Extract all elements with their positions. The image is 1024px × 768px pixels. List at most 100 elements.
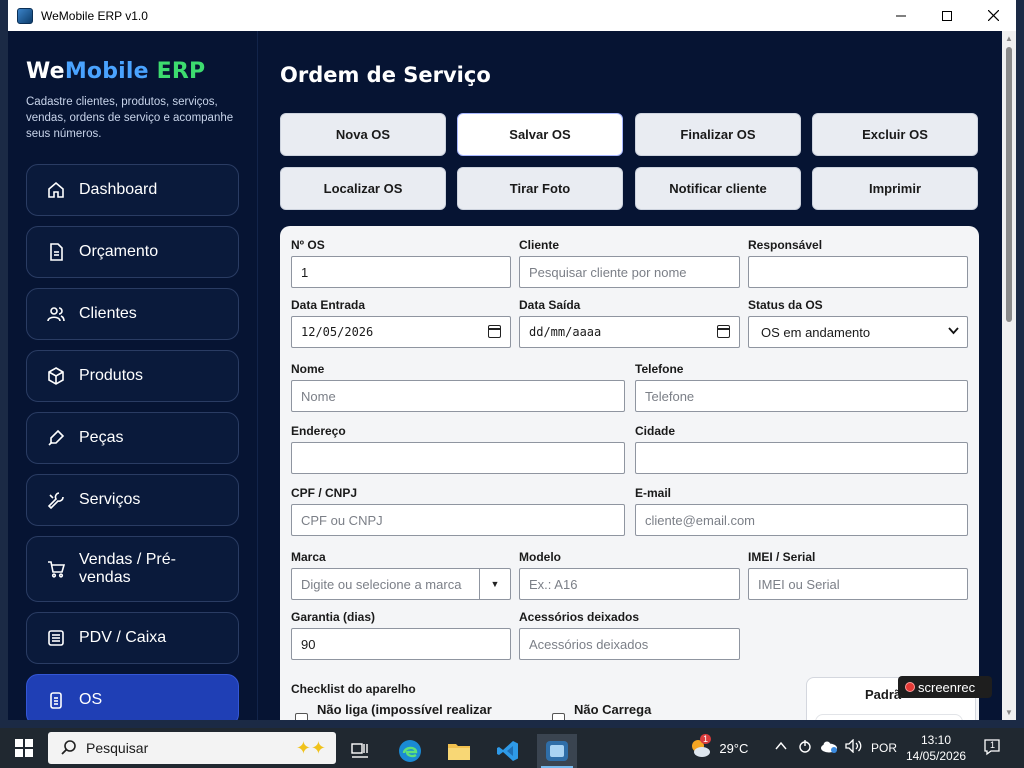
sidebar-item-clientes[interactable]: Clientes [26,288,239,340]
register-icon [45,627,67,649]
data-entrada-input[interactable]: 12/05/2026 [291,316,511,348]
marca-placeholder: Digite ou selecione a marca [301,576,462,592]
minimize-button[interactable] [878,0,924,31]
weather-widget[interactable]: 1 29°C [688,734,748,760]
nome-input[interactable]: Nome [291,380,625,412]
cidade-input[interactable] [635,442,968,474]
status-os-label: Status da OS [748,298,823,312]
dropdown-arrow-icon[interactable]: ▼ [479,569,510,599]
checkbox-nao-carrega[interactable] [552,713,565,720]
endereco-label: Endereço [291,424,346,438]
checkbox-label: Não Carrega [574,702,652,717]
modelo-input[interactable]: Ex.: A16 [519,568,740,600]
volume-button[interactable] [845,738,863,756]
data-entrada-label: Data Entrada [291,298,366,312]
cloud-tray-button[interactable] [820,739,838,756]
start-button[interactable] [0,728,48,768]
sidebar-item-orcamento[interactable]: Orçamento [26,226,239,278]
task-view-button[interactable] [340,734,380,768]
num-os-input[interactable]: 1 [291,256,511,288]
sidebar-item-label: Produtos [79,367,144,384]
sidebar-item-label: PDV / Caixa [79,629,167,646]
responsavel-input[interactable] [748,256,968,288]
taskbar: Pesquisar ✦✦ 1 29°C POR 13:10 14/05/2026… [0,728,1024,768]
wemobile-taskbar-button[interactable] [537,734,577,768]
recorder-label: screenrec [918,679,976,695]
sidebar-item-label: Dashboard [79,181,158,198]
sidebar-item-os[interactable]: OS [26,674,239,720]
sidebar-item-label: OS [79,691,103,708]
checkbox-label: Não liga (impossível realizar [317,702,492,717]
clock[interactable]: 13:10 14/05/2026 [906,732,966,764]
speaker-icon [845,738,862,754]
salvar-os-button[interactable]: Salvar OS [457,113,623,156]
sidebar-item-label: Peças [79,429,124,446]
calendar-icon[interactable] [716,325,730,338]
sidebar-item-dashboard[interactable]: Dashboard [26,164,239,216]
close-icon [987,10,999,21]
checkbox-nao-liga[interactable] [295,713,308,720]
scroll-up-icon[interactable]: ▲ [1005,34,1013,43]
vertical-scrollbar[interactable]: ▲ ▼ [1002,31,1016,720]
tirar-foto-button[interactable]: Tirar Foto [457,167,623,210]
cidade-label: Cidade [635,424,676,438]
data-saida-placeholder: dd/mm/aaaa [529,325,602,339]
sidebar-item-pecas[interactable]: Peças [26,412,239,464]
finalizar-os-button[interactable]: Finalizar OS [635,113,801,156]
chevron-down-icon [948,325,959,339]
imprimir-button[interactable]: Imprimir [812,167,978,210]
sidebar-item-produtos[interactable]: Produtos [26,350,239,402]
page-title: Ordem de Serviço [280,63,491,87]
sidebar-item-label: Vendas / Pré-vendas [79,551,176,586]
localizar-os-button[interactable]: Localizar OS [280,167,446,210]
brand-logo: WeMobile ERP [26,59,205,84]
scrollbar-thumb[interactable] [1006,47,1012,322]
folder-icon [448,744,470,760]
sidebar-item-vendas[interactable]: Vendas / Pré-vendas [26,536,239,602]
cliente-search-input[interactable]: Pesquisar cliente por nome [519,256,740,288]
pattern-panel-inner[interactable] [815,714,963,720]
power-icon [799,740,811,753]
nova-os-button[interactable]: Nova OS [280,113,446,156]
maximize-button[interactable] [924,0,970,31]
garantia-input[interactable]: 90 [291,628,511,660]
data-saida-input[interactable]: dd/mm/aaaa [519,316,740,348]
sparkle-icon: ✦✦ [295,738,326,758]
marca-combobox[interactable]: Digite ou selecione a marca ▼ [291,568,511,600]
taskbar-search[interactable]: Pesquisar ✦✦ [48,732,336,764]
sidebar-item-pdv[interactable]: PDV / Caixa [26,612,239,664]
calendar-icon[interactable] [487,325,501,338]
system-tray-icon[interactable] [798,739,812,756]
language-indicator[interactable]: POR [871,741,897,755]
notifications-button[interactable]: 1 [983,738,1001,759]
window-title: WeMobile ERP v1.0 [41,8,148,23]
sidebar-item-label: Orçamento [79,243,159,260]
sidebar: WeMobile ERP Cadastre clientes, produtos… [8,31,258,720]
sidebar-item-servicos[interactable]: Serviços [26,474,239,526]
file-explorer-button[interactable] [439,734,479,768]
imei-serial-input[interactable]: IMEI ou Serial [748,568,968,600]
modelo-label: Modelo [519,550,561,564]
sidebar-item-label: Clientes [79,305,137,322]
logo-mobile: Mobile [64,59,149,84]
acessorios-input[interactable]: Acessórios deixados [519,628,740,660]
scroll-down-icon[interactable]: ▼ [1005,708,1013,717]
edge-icon [399,740,421,762]
show-hidden-icons-button[interactable] [775,740,787,754]
acessorios-label: Acessórios deixados [519,610,640,624]
telefone-input[interactable]: Telefone [635,380,968,412]
vscode-button[interactable] [488,734,528,768]
edge-button[interactable] [390,734,430,768]
email-input[interactable]: cliente@email.com [635,504,968,536]
app-window: WeMobile ERP v1.0 WeMobile ERP Cadastre … [8,0,1016,720]
home-icon [45,179,67,201]
endereco-input[interactable] [291,442,625,474]
status-os-select[interactable]: OS em andamento [748,316,968,348]
wrench-icon [45,489,67,511]
close-button[interactable] [970,0,1016,31]
cpf-cnpj-input[interactable]: CPF ou CNPJ [291,504,625,536]
minimize-icon [896,15,906,16]
excluir-os-button[interactable]: Excluir OS [812,113,978,156]
notificar-cliente-button[interactable]: Notificar cliente [635,167,801,210]
clock-time: 13:10 [920,733,952,747]
